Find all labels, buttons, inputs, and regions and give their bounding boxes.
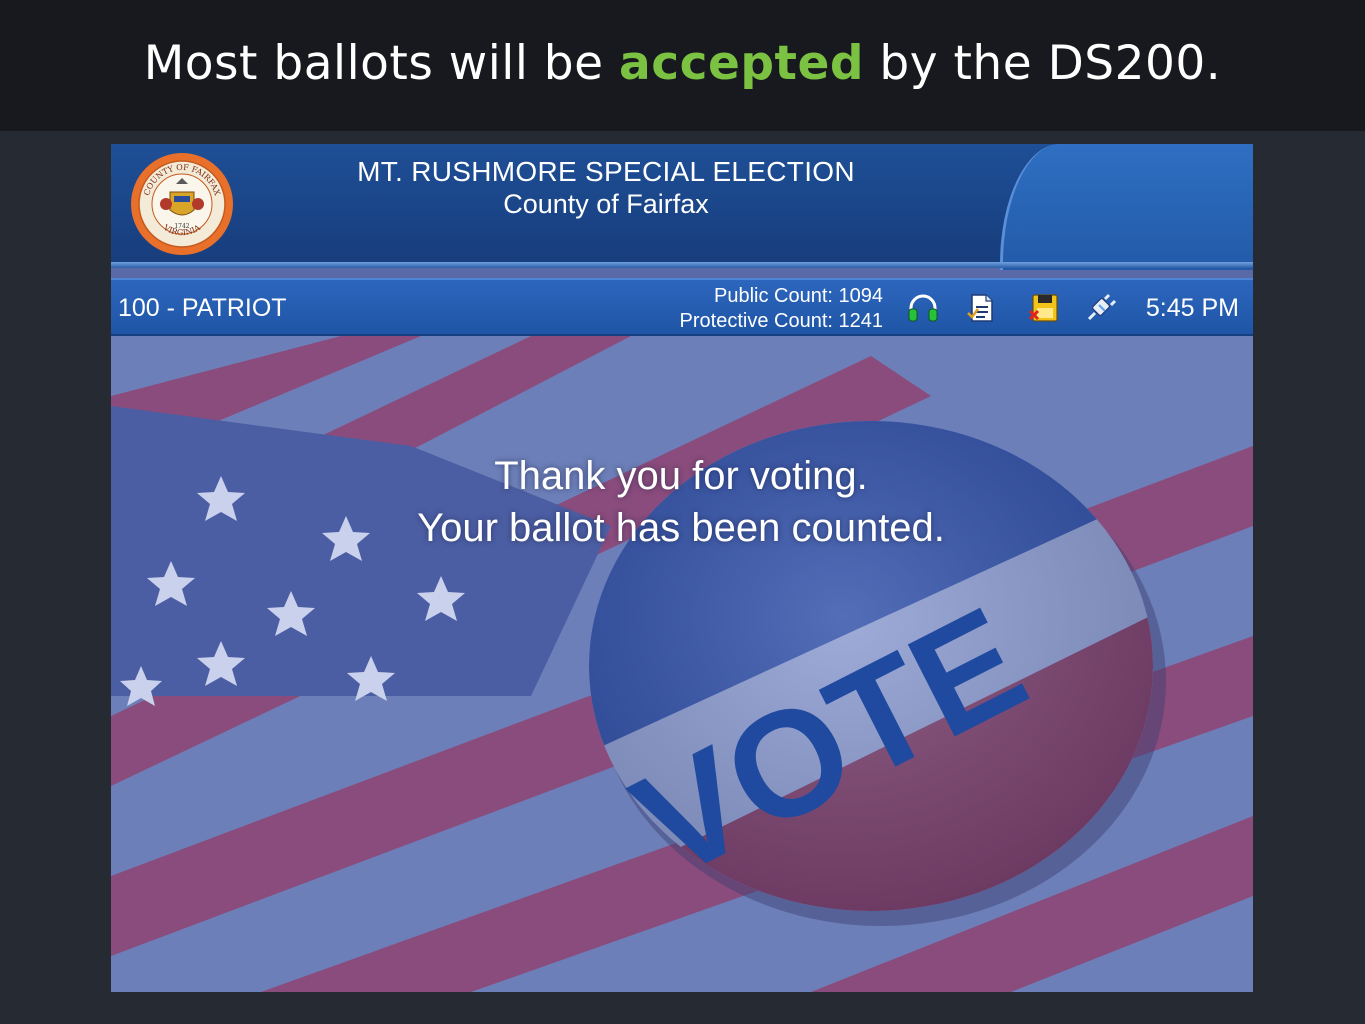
status-bar: 100 - PATRIOT Public Count: 1094 Protect… xyxy=(111,278,1253,336)
election-title: MT. RUSHMORE SPECIAL ELECTION xyxy=(357,156,855,187)
confirmation-message: Thank you for voting. Your ballot has be… xyxy=(351,450,1011,554)
ballot-counts: Public Count: 1094 Protective Count: 124… xyxy=(680,284,883,334)
background-image: VOTE Thank you for voting. Your ballot h… xyxy=(111,336,1253,992)
message-line-2: Your ballot has been counted. xyxy=(417,506,945,550)
public-count: Public Count: 1094 xyxy=(713,285,883,307)
precinct-label: 100 - PATRIOT xyxy=(118,294,287,322)
election-header: COUNTY OF FAIRFAX VIRGINIA 1742 MT. RUSH… xyxy=(111,144,1253,270)
highlight-word: accepted xyxy=(619,36,864,91)
ds200-screen: COUNTY OF FAIRFAX VIRGINIA 1742 MT. RUSH… xyxy=(111,144,1253,992)
county-seal-icon: COUNTY OF FAIRFAX VIRGINIA 1742 xyxy=(131,153,233,255)
header-divider xyxy=(111,262,1253,268)
message-line-1: Thank you for voting. xyxy=(494,454,868,498)
clock: 5:45 PM xyxy=(1145,294,1239,322)
header-tab xyxy=(1000,144,1253,270)
flag-vote-button-image: VOTE xyxy=(111,336,1253,992)
memory-stick-warning-icon[interactable] xyxy=(1027,291,1061,325)
headphones-icon[interactable] xyxy=(906,291,940,325)
power-plug-icon[interactable] xyxy=(1085,291,1119,325)
slide-header: Most ballots will be accepted by the DS2… xyxy=(0,0,1365,131)
county-name: County of Fairfax xyxy=(503,189,709,219)
protective-count: Protective Count: 1241 xyxy=(679,310,883,332)
ballot-report-icon[interactable] xyxy=(964,291,998,325)
seal-year: 1742 xyxy=(174,223,189,230)
slide-title: Most ballots will be accepted by the DS2… xyxy=(143,36,1222,91)
